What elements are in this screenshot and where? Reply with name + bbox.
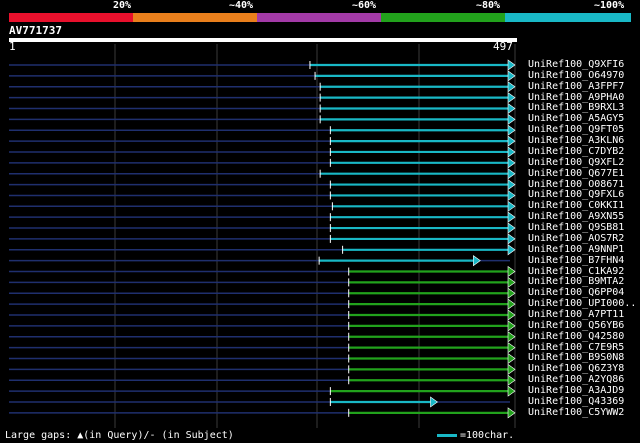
hit-label[interactable]: UniRef100_A7PT11 (528, 310, 624, 320)
hit-end-arrow (507, 352, 516, 365)
hit-label[interactable]: UniRef100_C1KA92 (528, 266, 624, 277)
hit-end-arrow (507, 276, 516, 288)
hit-label[interactable]: UniRef100_Q43369 (528, 396, 624, 407)
scale-key-label: =100char. (460, 430, 515, 441)
hit-label[interactable]: UniRef100_C0KKI1 (528, 201, 624, 211)
hit-end-arrow (507, 70, 516, 82)
hit-end-arrow (507, 342, 516, 354)
hit-label[interactable]: UniRef100_A5AGY5 (528, 114, 624, 124)
hit-label[interactable]: UniRef100_C5YWW2 (528, 407, 624, 418)
hit-label[interactable]: UniRef100_C7DYB2 (528, 146, 624, 157)
hit-label[interactable]: UniRef100_A2YQ86 (528, 375, 624, 385)
hit-end-arrow (507, 211, 516, 223)
hit-end-arrow (430, 396, 438, 408)
hit-label[interactable]: UniRef100_A3AJD9 (528, 386, 624, 396)
hit-end-arrow (507, 178, 516, 191)
scale-key: =100char. (437, 430, 514, 441)
hit-label[interactable]: UniRef100_AOS7R2 (528, 233, 624, 244)
hit-end-arrow (507, 168, 516, 180)
hit-end-arrow (507, 59, 516, 71)
hit-end-arrow (507, 331, 516, 343)
hit-end-arrow (507, 233, 516, 245)
hit-label[interactable]: UniRef100_B9RXL3 (528, 103, 624, 113)
hit-end-arrow (507, 113, 516, 125)
hit-end-arrow (473, 255, 481, 267)
hit-end-arrow (507, 287, 516, 299)
hit-end-arrow (507, 135, 516, 147)
large-gaps-legend: Large gaps: ▲(in Query)/- (in Subject) (5, 430, 234, 441)
hit-label[interactable]: UniRef100_A9XN55 (528, 212, 624, 222)
hit-label[interactable]: UniRef100_Q9XFI6 (528, 60, 624, 70)
hit-end-arrow (507, 363, 516, 375)
hit-label[interactable]: UniRef100_A3FPF7 (528, 81, 624, 92)
hit-label[interactable]: UniRef100_Q677E1 (528, 168, 624, 179)
hit-label[interactable]: UniRef100_Q6PP04 (528, 288, 624, 298)
hit-end-arrow (507, 407, 516, 419)
hit-label[interactable]: UniRef100_Q9SB81 (528, 223, 624, 233)
hit-end-arrow (507, 157, 516, 169)
hit-label[interactable]: UniRef100_Q42580 (528, 331, 624, 342)
scale-key-bar (437, 433, 457, 437)
hit-end-arrow (507, 200, 516, 212)
hit-end-arrow (507, 81, 516, 93)
hit-end-arrow (507, 92, 516, 104)
hit-label[interactable]: UniRef100_C7E9R5 (528, 342, 624, 353)
hit-label[interactable]: UniRef100_A9NNP1 (528, 244, 624, 255)
hit-rows: UniRef100_Q9XFI6 UniRef100_O64970 UniRef10… (0, 0, 640, 443)
hit-end-arrow (507, 189, 516, 202)
hit-end-arrow (507, 309, 516, 321)
hit-label[interactable]: UniRef100_Q9XFL2 (528, 157, 624, 168)
hit-label[interactable]: UniRef100_Q6Z3Y8 (528, 364, 624, 374)
hit-end-arrow (507, 320, 516, 332)
hit-end-arrow (507, 385, 516, 397)
hit-label[interactable]: UniRef100_B9MTA2 (528, 277, 624, 287)
hit-end-arrow (507, 374, 516, 386)
hit-label[interactable]: UniRef100_A3KLN6 (528, 136, 624, 146)
hit-label[interactable]: UniRef100_Q56YB6 (528, 320, 624, 331)
hit-end-arrow (507, 222, 516, 234)
hit-label[interactable]: UniRef100_Q9FT05 (528, 125, 624, 135)
hit-end-arrow (507, 298, 516, 310)
hit-label[interactable]: UniRef100_B7FHN4 (528, 255, 624, 266)
hit-end-arrow (507, 265, 516, 278)
hit-label[interactable]: UniRef100_O08671 (528, 179, 624, 190)
hit-end-arrow (507, 102, 516, 115)
hit-end-arrow (507, 244, 516, 256)
hit-label[interactable]: UniRef100_Q9FXL6 (528, 190, 624, 200)
hit-end-arrow (507, 124, 516, 136)
hit-label[interactable]: UniRef100_B9S0N8 (528, 353, 624, 363)
hit-label[interactable]: UniRef100_UPI000.. (528, 299, 636, 309)
hit-label[interactable]: UniRef100_O64970 (528, 70, 624, 81)
hit-end-arrow (507, 146, 516, 158)
hit-label[interactable]: UniRef100_A9PHA0 (528, 92, 624, 103)
